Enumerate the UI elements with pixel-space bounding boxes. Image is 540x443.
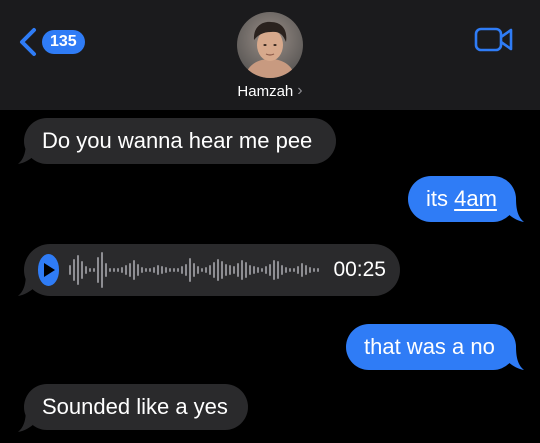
waveform-bar xyxy=(149,268,152,272)
waveform-bar xyxy=(157,265,160,275)
message-text-prefix: its xyxy=(426,186,455,211)
waveform-bar xyxy=(201,268,204,272)
message-incoming[interactable]: Sounded like a yes xyxy=(24,384,248,430)
waveform-bar xyxy=(285,267,288,273)
waveform-bar xyxy=(77,255,80,285)
waveform-bar xyxy=(185,264,188,276)
waveform-bar xyxy=(217,259,220,281)
waveform-bar xyxy=(245,262,248,278)
waveform-bar xyxy=(85,266,88,274)
waveform-bar xyxy=(269,264,272,276)
waveform-bar xyxy=(249,265,252,275)
waveform-bar xyxy=(261,268,264,272)
audio-waveform[interactable] xyxy=(69,250,320,290)
waveform-bar xyxy=(97,257,100,283)
waveform-bar xyxy=(93,268,96,272)
waveform-bar xyxy=(141,267,144,273)
waveform-bar xyxy=(257,267,260,273)
waveform-bar xyxy=(225,264,228,276)
play-button[interactable] xyxy=(38,254,60,286)
waveform-bar xyxy=(229,265,232,275)
waveform-bar xyxy=(213,262,216,278)
waveform-bar xyxy=(189,258,192,282)
facetime-video-button[interactable] xyxy=(474,24,514,56)
waveform-bar xyxy=(101,252,104,288)
waveform-bar xyxy=(81,261,84,279)
waveform-bar xyxy=(169,268,172,272)
waveform-bar xyxy=(145,268,148,272)
chevron-right-icon: › xyxy=(297,82,303,99)
waveform-bar xyxy=(69,265,72,275)
waveform-bar xyxy=(161,266,164,274)
waveform-bar xyxy=(253,266,256,274)
waveform-bar xyxy=(265,266,268,274)
waveform-bar xyxy=(281,265,284,275)
waveform-bar xyxy=(117,268,120,272)
message-outgoing[interactable]: its 4am xyxy=(408,176,516,222)
waveform-bar xyxy=(293,268,296,272)
waveform-bar xyxy=(113,268,116,272)
message-text: that was a no xyxy=(364,334,495,359)
waveform-bar xyxy=(73,259,76,281)
avatar[interactable] xyxy=(237,12,303,78)
voice-message[interactable]: 00:25 xyxy=(24,244,400,296)
waveform-bar xyxy=(121,267,124,273)
waveform-bar xyxy=(89,268,92,272)
contact-name-button[interactable]: Hamzah › xyxy=(0,80,540,102)
voice-duration: 00:25 xyxy=(333,258,386,281)
waveform-bar xyxy=(165,267,168,273)
waveform-bar xyxy=(237,263,240,277)
waveform-bar xyxy=(125,265,128,275)
waveform-bar xyxy=(173,268,176,272)
message-incoming[interactable]: Do you wanna hear me pee xyxy=(24,118,336,164)
waveform-bar xyxy=(105,263,108,277)
message-outgoing[interactable]: that was a no xyxy=(346,324,516,370)
waveform-bar xyxy=(153,267,156,273)
waveform-bar xyxy=(205,267,208,273)
waveform-bar xyxy=(313,268,316,272)
waveform-bar xyxy=(129,263,132,277)
play-icon xyxy=(43,263,55,277)
contact-name: Hamzah xyxy=(237,82,294,100)
waveform-bar xyxy=(221,261,224,279)
back-button[interactable]: 135 xyxy=(18,22,98,62)
waveform-bar xyxy=(273,260,276,280)
unread-count-badge: 135 xyxy=(42,30,85,54)
waveform-bar xyxy=(137,264,140,276)
waveform-bar xyxy=(289,268,292,272)
waveform-bar xyxy=(109,268,112,272)
avatar-image xyxy=(237,12,303,78)
waveform-bar xyxy=(177,268,180,272)
waveform-bar xyxy=(233,266,236,274)
waveform-bar xyxy=(133,260,136,280)
waveform-bar xyxy=(277,261,280,279)
waveform-bar xyxy=(209,265,212,275)
message-text: Do you wanna hear me pee xyxy=(42,128,313,153)
waveform-bar xyxy=(193,263,196,277)
waveform-bar xyxy=(241,260,244,280)
waveform-bar xyxy=(297,266,300,274)
date-time-link[interactable]: 4am xyxy=(454,186,497,212)
waveform-bar xyxy=(305,265,308,275)
waveform-bar xyxy=(317,268,320,272)
chevron-left-icon xyxy=(20,28,36,56)
conversation-header: 135 Hamzah › xyxy=(0,0,540,110)
message-text: Sounded like a yes xyxy=(42,394,228,419)
waveform-bar xyxy=(301,263,304,277)
waveform-bar xyxy=(197,266,200,274)
waveform-bar xyxy=(309,267,312,273)
video-camera-icon xyxy=(474,27,513,52)
waveform-bar xyxy=(181,266,184,274)
